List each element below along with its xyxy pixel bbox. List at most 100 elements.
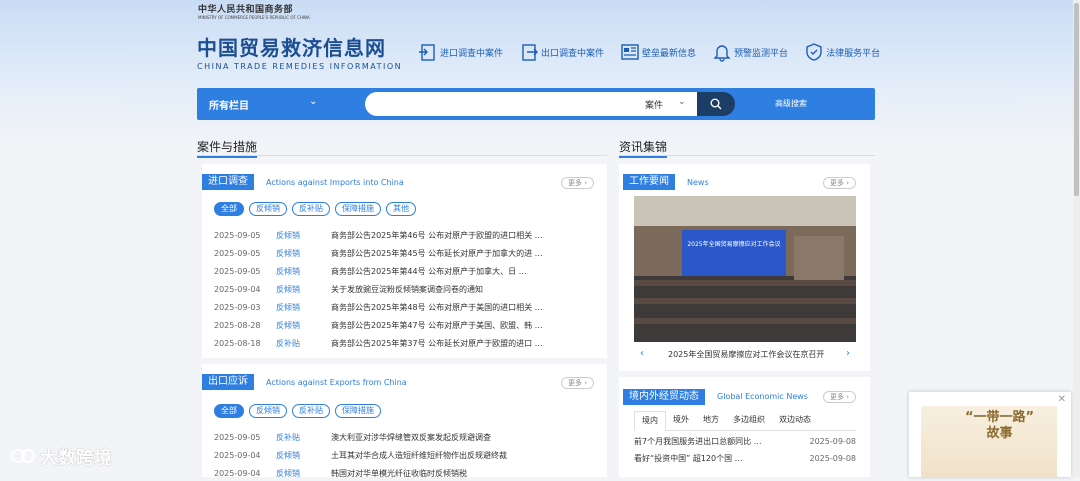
advanced-search-link[interactable]: 高级搜索 bbox=[775, 98, 807, 109]
ministry-brand: 中华人民共和国商务部 MINISTRY OF COMMERCE PEOPLE'S… bbox=[198, 2, 310, 20]
scrollbar-thumb[interactable] bbox=[1074, 3, 1079, 196]
search-input[interactable] bbox=[365, 92, 723, 116]
filter-countervailing[interactable]: 反补贴 bbox=[292, 202, 330, 216]
case-category: 反倾销 bbox=[276, 469, 300, 478]
export-doc-icon bbox=[522, 44, 539, 61]
ad-image: “一带一路” 故事 bbox=[921, 406, 1057, 477]
case-date: 2025-09-03 bbox=[214, 303, 261, 312]
case-category: 反补贴 bbox=[276, 339, 300, 348]
panel-subtitle: News bbox=[687, 178, 709, 187]
news-photo[interactable]: 2025年全国贸易摩擦应对工作会议 bbox=[634, 196, 856, 342]
case-title: 商务部公告2025年第37号 公布延长对原产于欧盟的进口 … bbox=[331, 339, 543, 348]
bell-icon bbox=[713, 45, 731, 62]
case-title: 商务部公告2025年第45号 公布延长对原产于加拿大的进 … bbox=[331, 249, 543, 258]
nav-label: 预警监测平台 bbox=[734, 48, 789, 59]
ad-title: “一带一路” 故事 bbox=[965, 410, 1034, 442]
panel-tag: 境内外经贸动态 bbox=[623, 389, 705, 405]
search-button[interactable] bbox=[697, 92, 735, 116]
nav-export-cases[interactable]: 出口调查中案件 bbox=[519, 42, 604, 62]
list-item[interactable]: 前7个月我国服务进出口总额同比 … 2025-09-08 bbox=[634, 435, 856, 449]
case-category: 反倾销 bbox=[276, 267, 300, 276]
table-row[interactable]: 2025-09-04 反倾销 土耳其对华合成人造短纤维短纤物作出反规避终裁 bbox=[214, 449, 594, 463]
watermark-text: 大数跨境 bbox=[40, 448, 112, 469]
case-title: 韩国对对华单模光纤征收临时反倾销税 bbox=[331, 469, 467, 478]
case-date: 2025-09-05 bbox=[214, 249, 261, 258]
ministry-name-cn: 中华人民共和国商务部 bbox=[198, 5, 294, 15]
nav-label: 进口调查中案件 bbox=[440, 48, 504, 59]
nav-label: 壁垒最新信息 bbox=[642, 48, 697, 59]
search-icon bbox=[710, 98, 722, 110]
nav-label: 出口调查中案件 bbox=[541, 48, 605, 59]
close-icon[interactable]: ✕ bbox=[1058, 394, 1066, 405]
search-type-select[interactable]: 案件 bbox=[645, 98, 663, 111]
chevron-down-icon[interactable]: ⌄ bbox=[309, 96, 317, 107]
table-row[interactable]: 2025-08-28 反倾销 商务部公告2025年第47号 公布对原产于美国、欧盟、… bbox=[214, 319, 594, 333]
table-row[interactable]: 2025-08-18 反补贴 商务部公告2025年第37号 公布延长对原产于欧盟的进… bbox=[214, 337, 594, 351]
case-date: 2025-09-04 bbox=[214, 285, 261, 294]
import-cases-panel: 进口调查 Actions against Imports into China … bbox=[202, 164, 607, 358]
more-button[interactable]: 更多 › bbox=[561, 177, 595, 189]
site-logo[interactable]: 中国贸易救济信息网 CHINA TRADE REMEDIES INFORMATI… bbox=[197, 36, 402, 71]
nav-legal-platform[interactable]: 法律服务平台 bbox=[804, 42, 880, 62]
case-category: 反倾销 bbox=[276, 451, 300, 460]
site-subtitle: CHINA TRADE REMEDIES INFORMATION bbox=[197, 62, 403, 71]
more-button[interactable]: 更多 › bbox=[561, 377, 595, 389]
filter-antidumping[interactable]: 反倾销 bbox=[249, 202, 287, 216]
carousel-next-icon[interactable]: › bbox=[846, 348, 850, 359]
table-row[interactable]: 2025-09-05 反补贴 澳大利亚对涉华焊缝管双反案发起反规避调查 bbox=[214, 431, 594, 445]
case-title: 商务部公告2025年第46号 公布对原产于欧盟的进口相关 … bbox=[331, 231, 543, 240]
photo-caption[interactable]: 2025年全国贸易摩擦应对工作会议在京召开 bbox=[668, 349, 824, 360]
more-button[interactable]: 更多 › bbox=[823, 177, 857, 189]
tab-bilateral[interactable]: 双边动态 bbox=[772, 411, 818, 429]
case-category: 反倾销 bbox=[276, 321, 300, 330]
case-title: 商务部公告2025年第47号 公布对原产于美国、欧盟、韩 … bbox=[331, 321, 543, 330]
filter-all[interactable]: 全部 bbox=[214, 202, 244, 216]
scrollbar[interactable] bbox=[1073, 0, 1080, 477]
case-category: 反倾销 bbox=[276, 285, 300, 294]
filter-all[interactable]: 全部 bbox=[214, 404, 244, 418]
search-bar: 所有栏目 ⌄ 案件 ⌄ 高级搜索 bbox=[197, 88, 875, 120]
newspaper-icon bbox=[621, 44, 639, 60]
case-date: 2025-08-28 bbox=[214, 321, 261, 330]
tab-local[interactable]: 地方 bbox=[696, 411, 726, 429]
nav-barrier-info[interactable]: 壁垒最新信息 bbox=[620, 42, 696, 62]
case-date: 2025-09-05 bbox=[214, 231, 261, 240]
filter-antidumping[interactable]: 反倾销 bbox=[249, 404, 287, 418]
panel-subtitle: Actions against Imports into China bbox=[266, 178, 404, 187]
more-label: 更多 bbox=[830, 179, 844, 187]
table-row[interactable]: 2025-09-05 反倾销 商务部公告2025年第45号 公布延长对原产于加拿大的… bbox=[214, 247, 594, 261]
more-button[interactable]: 更多 › bbox=[823, 391, 857, 403]
floating-ad[interactable]: ✕ “一带一路” 故事 bbox=[909, 392, 1071, 477]
ad-line: “一带一路” bbox=[965, 410, 1035, 425]
case-category: 反倾销 bbox=[276, 231, 300, 240]
table-row[interactable]: 2025-09-03 反倾销 商务部公告2025年第48号 公布对原产于美国的进口相… bbox=[214, 301, 594, 315]
case-date: 2025-09-05 bbox=[214, 433, 261, 442]
case-date: 2025-09-04 bbox=[214, 469, 261, 478]
tab-multilateral[interactable]: 多边组织 bbox=[726, 411, 772, 429]
photo-banner-text: 2025年全国贸易摩擦应对工作会议 bbox=[687, 240, 780, 248]
more-label: 更多 bbox=[568, 379, 582, 387]
table-row[interactable]: 2025-09-04 反倾销 韩国对对华单模光纤征收临时反倾销税 bbox=[214, 467, 594, 481]
table-row[interactable]: 2025-09-05 反倾销 商务部公告2025年第44号 公布对原产于加拿大、日 … bbox=[214, 265, 594, 279]
case-title: 商务部公告2025年第44号 公布对原产于加拿大、日 … bbox=[331, 267, 527, 276]
table-row[interactable]: 2025-09-05 反倾销 商务部公告2025年第46号 公布对原产于欧盟的进口相… bbox=[214, 229, 594, 243]
header-background bbox=[0, 0, 1080, 150]
nav-warning-platform[interactable]: 预警监测平台 bbox=[712, 42, 788, 62]
import-doc-icon bbox=[419, 44, 435, 61]
news-title: 前7个月我国服务进出口总额同比 … bbox=[634, 437, 762, 446]
filter-safeguard[interactable]: 保障措施 bbox=[335, 404, 381, 418]
nav-import-cases[interactable]: 进口调查中案件 bbox=[418, 42, 503, 62]
filter-countervailing[interactable]: 反补贴 bbox=[292, 404, 330, 418]
list-item[interactable]: 看好“投资中国” 超120个国 … 2025-09-08 bbox=[634, 452, 856, 466]
search-scope-select[interactable]: 所有栏目 bbox=[209, 97, 249, 112]
news-title: 看好“投资中国” 超120个国 … bbox=[634, 454, 743, 463]
table-row[interactable]: 2025-09-04 反倾销 关于发放豌豆淀粉反倾销案调查问卷的通知 bbox=[214, 283, 594, 297]
more-label: 更多 bbox=[830, 393, 844, 401]
filter-other[interactable]: 其他 bbox=[386, 202, 416, 216]
conference-photo: 2025年全国贸易摩擦应对工作会议 bbox=[634, 196, 856, 342]
tab-domestic[interactable]: 境内 bbox=[634, 411, 666, 431]
carousel-prev-icon[interactable]: ‹ bbox=[640, 348, 644, 359]
tab-overseas[interactable]: 境外 bbox=[666, 411, 696, 429]
filter-safeguard[interactable]: 保障措施 bbox=[335, 202, 381, 216]
chevron-down-icon[interactable]: ⌄ bbox=[678, 97, 686, 107]
